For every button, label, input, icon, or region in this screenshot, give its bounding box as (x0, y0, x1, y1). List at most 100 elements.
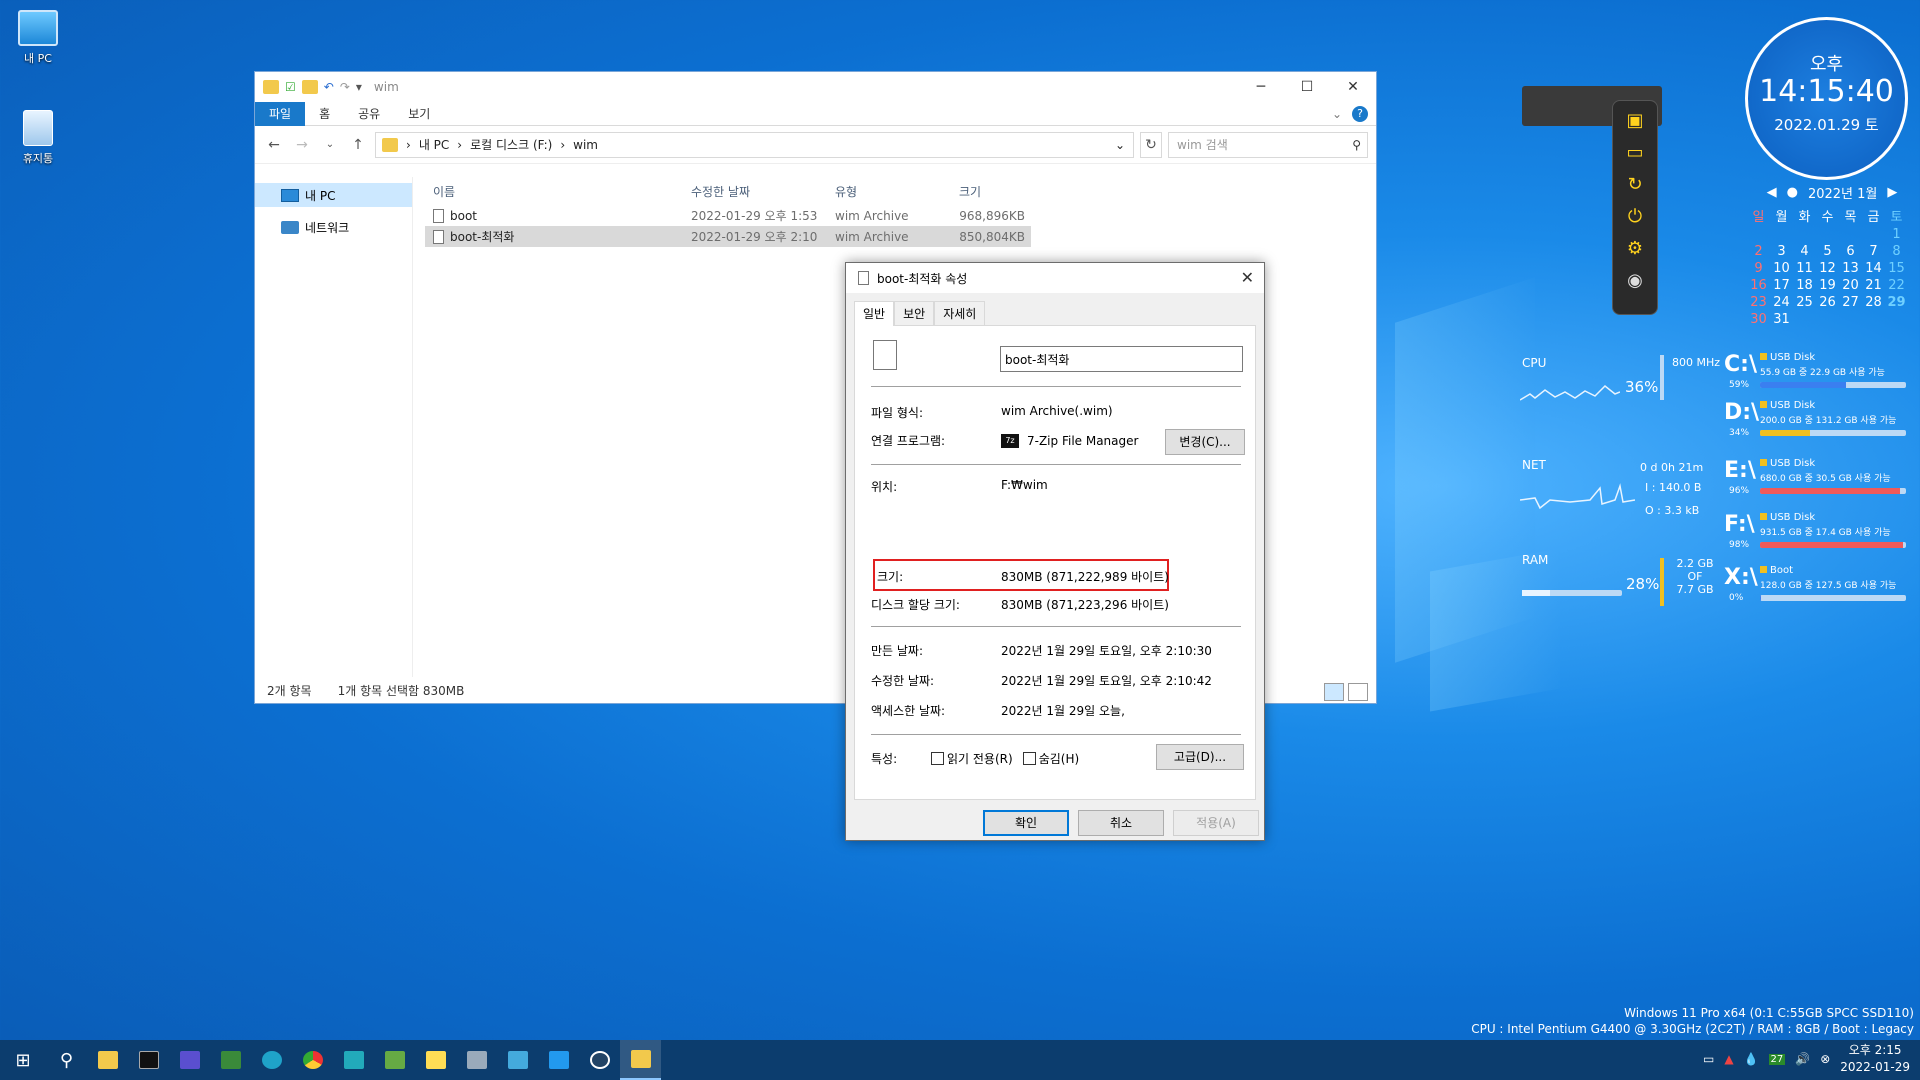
calendar-day[interactable]: 16 (1747, 278, 1770, 293)
calendar-day[interactable]: 17 (1770, 278, 1793, 293)
calendar-day[interactable]: 7 (1862, 244, 1885, 259)
taskbar-photos-app[interactable] (497, 1040, 538, 1080)
column-type[interactable]: 유형 (827, 183, 951, 200)
calendar-prev-button[interactable]: ◀ (1767, 185, 1777, 200)
calendar-day[interactable]: 31 (1770, 312, 1793, 327)
taskbar-chrome[interactable] (292, 1040, 333, 1080)
column-name[interactable]: 이름 (425, 183, 683, 200)
network-tray-icon[interactable]: ▭ (1703, 1052, 1714, 1066)
calendar-day[interactable]: 13 (1839, 261, 1862, 276)
details-view-button[interactable] (1324, 683, 1344, 701)
maximize-button[interactable]: ☐ (1284, 72, 1330, 102)
tab-share[interactable]: 공유 (344, 102, 394, 126)
calendar-day[interactable]: 22 (1885, 278, 1908, 293)
tray-badge[interactable]: 27 (1768, 1053, 1786, 1065)
calendar-day[interactable]: 23 (1747, 295, 1770, 310)
security-tray-icon[interactable]: ▲ (1724, 1052, 1733, 1066)
close-button[interactable]: ✕ (1330, 72, 1376, 102)
up-button[interactable]: ↑ (347, 137, 369, 153)
calendar-day[interactable]: 5 (1816, 244, 1839, 259)
power-icon[interactable]: ⏻ (1623, 205, 1647, 229)
readonly-checkbox[interactable]: 읽기 전용(R) (931, 750, 1013, 767)
taskbar-display-app[interactable] (538, 1040, 579, 1080)
filename-input[interactable]: boot-최적화 (1000, 346, 1243, 372)
tab-home[interactable]: 홈 (305, 102, 344, 126)
calendar-day[interactable]: 4 (1793, 244, 1816, 259)
forward-button[interactable]: → (291, 137, 313, 153)
hidden-checkbox[interactable]: 숨김(H) (1022, 750, 1079, 767)
calendar-day[interactable]: 14 (1862, 261, 1885, 276)
taskbar-explorer-pin[interactable] (87, 1040, 128, 1080)
calendar-day[interactable]: 24 (1770, 295, 1793, 310)
taskbar-monitor-app[interactable] (333, 1040, 374, 1080)
battery-icon[interactable]: ▭ (1623, 141, 1647, 165)
nav-item-my-pc[interactable]: 내 PC (255, 183, 412, 207)
calendar-day[interactable]: 1 (1885, 227, 1908, 242)
expand-ribbon-icon[interactable]: ⌄ (1332, 107, 1342, 121)
file-row[interactable]: boot 2022-01-29 오후 1:53 wim Archive 968,… (425, 205, 1376, 226)
calendar-day[interactable]: 12 (1816, 261, 1839, 276)
column-size[interactable]: 크기 (951, 183, 1031, 200)
drive-entry[interactable]: E:\ 96% USB Disk 680.0 GB 중 30.5 GB 사용 가능 (1724, 458, 1920, 498)
apply-button[interactable]: 적용(A) (1173, 810, 1259, 836)
taskbar-edge[interactable] (251, 1040, 292, 1080)
taskbar-archive-app[interactable] (374, 1040, 415, 1080)
restart-icon[interactable]: ↻ (1623, 173, 1647, 197)
column-date[interactable]: 수정한 날짜 (683, 183, 827, 200)
address-dropdown-icon[interactable]: ⌄ (1107, 138, 1133, 152)
calendar-day[interactable]: 21 (1862, 278, 1885, 293)
new-folder-icon[interactable] (301, 80, 318, 94)
taskbar-editor-app[interactable] (456, 1040, 497, 1080)
drive-entry[interactable]: X:\ 0% Boot 128.0 GB 중 127.5 GB 사용 가능 (1724, 565, 1920, 605)
calendar-day[interactable]: 30 (1747, 312, 1770, 327)
calendar-next-button[interactable]: ▶ (1887, 185, 1897, 200)
calendar-day[interactable]: 20 (1839, 278, 1862, 293)
volume-icon[interactable]: 🔊 (1795, 1052, 1810, 1066)
desktop-icon-my-pc[interactable]: 내 PC (6, 10, 70, 66)
redo-icon[interactable]: ↷ (340, 80, 350, 94)
ok-button[interactable]: 확인 (983, 810, 1069, 836)
taskbar-notes-app[interactable] (415, 1040, 456, 1080)
desktop-icon-recycle-bin[interactable]: 휴지통 (6, 110, 70, 166)
window-icon[interactable]: ▣ (1623, 109, 1647, 133)
taskbar-media-app[interactable] (210, 1040, 251, 1080)
customize-qa-icon[interactable]: ▾ (356, 80, 362, 94)
calendar-day[interactable]: 25 (1793, 295, 1816, 310)
breadcrumb-my-pc[interactable]: 내 PC (419, 136, 449, 153)
calendar-day[interactable]: 9 (1747, 261, 1770, 276)
calendar-day[interactable]: 3 (1770, 244, 1793, 259)
calendar-day[interactable]: 18 (1793, 278, 1816, 293)
tab-view[interactable]: 보기 (394, 102, 444, 126)
calendar-today-dot[interactable]: ● (1787, 185, 1798, 200)
refresh-button[interactable]: ↻ (1140, 131, 1162, 158)
taskbar-power-app[interactable] (579, 1040, 620, 1080)
taskbar-clock[interactable]: 오후 2:15 2022-01-29 (1840, 1042, 1910, 1076)
calendar-day[interactable]: 11 (1793, 261, 1816, 276)
advanced-button[interactable]: 고급(D)... (1156, 744, 1244, 770)
recent-locations-button[interactable]: ⌄ (319, 139, 341, 150)
cancel-button[interactable]: 취소 (1078, 810, 1164, 836)
close-circle-icon[interactable]: ⊗ (1820, 1052, 1830, 1066)
tab-details[interactable]: 자세히 (934, 301, 986, 325)
address-bar[interactable]: › 내 PC › 로컬 디스크 (F:) › wim ⌄ (375, 131, 1134, 158)
search-input[interactable]: wim 검색 ⚲ (1168, 131, 1368, 158)
nav-item-network[interactable]: 네트워크 (255, 215, 412, 239)
drop-tray-icon[interactable]: 💧 (1744, 1052, 1759, 1066)
calendar-day[interactable]: 10 (1770, 261, 1793, 276)
calendar-day[interactable]: 26 (1816, 295, 1839, 310)
file-row-selected[interactable]: boot-최적화 2022-01-29 오후 2:10 wim Archive … (425, 226, 1031, 247)
search-taskbar-button[interactable]: ⚲ (46, 1040, 87, 1080)
taskbar-explorer-active[interactable] (620, 1040, 661, 1080)
drive-entry[interactable]: F:\ 98% USB Disk 931.5 GB 중 17.4 GB 사용 가능 (1724, 512, 1920, 552)
calendar-day[interactable]: 19 (1816, 278, 1839, 293)
large-icons-view-button[interactable] (1348, 683, 1368, 701)
settings-gears-icon[interactable]: ⚙ (1623, 237, 1647, 261)
calendar-day[interactable]: 27 (1839, 295, 1862, 310)
tab-file[interactable]: 파일 (255, 101, 306, 126)
breadcrumb-drive[interactable]: 로컬 디스크 (F:) (470, 136, 552, 153)
drive-entry[interactable]: D:\ 34% USB Disk 200.0 GB 중 131.2 GB 사용 가능 (1724, 400, 1920, 440)
drive-entry[interactable]: C:\ 59% USB Disk 55.9 GB 중 22.9 GB 사용 가능 (1724, 352, 1920, 392)
taskbar-save-app[interactable] (169, 1040, 210, 1080)
calendar-day[interactable]: 6 (1839, 244, 1862, 259)
help-icon[interactable]: ? (1352, 105, 1368, 122)
